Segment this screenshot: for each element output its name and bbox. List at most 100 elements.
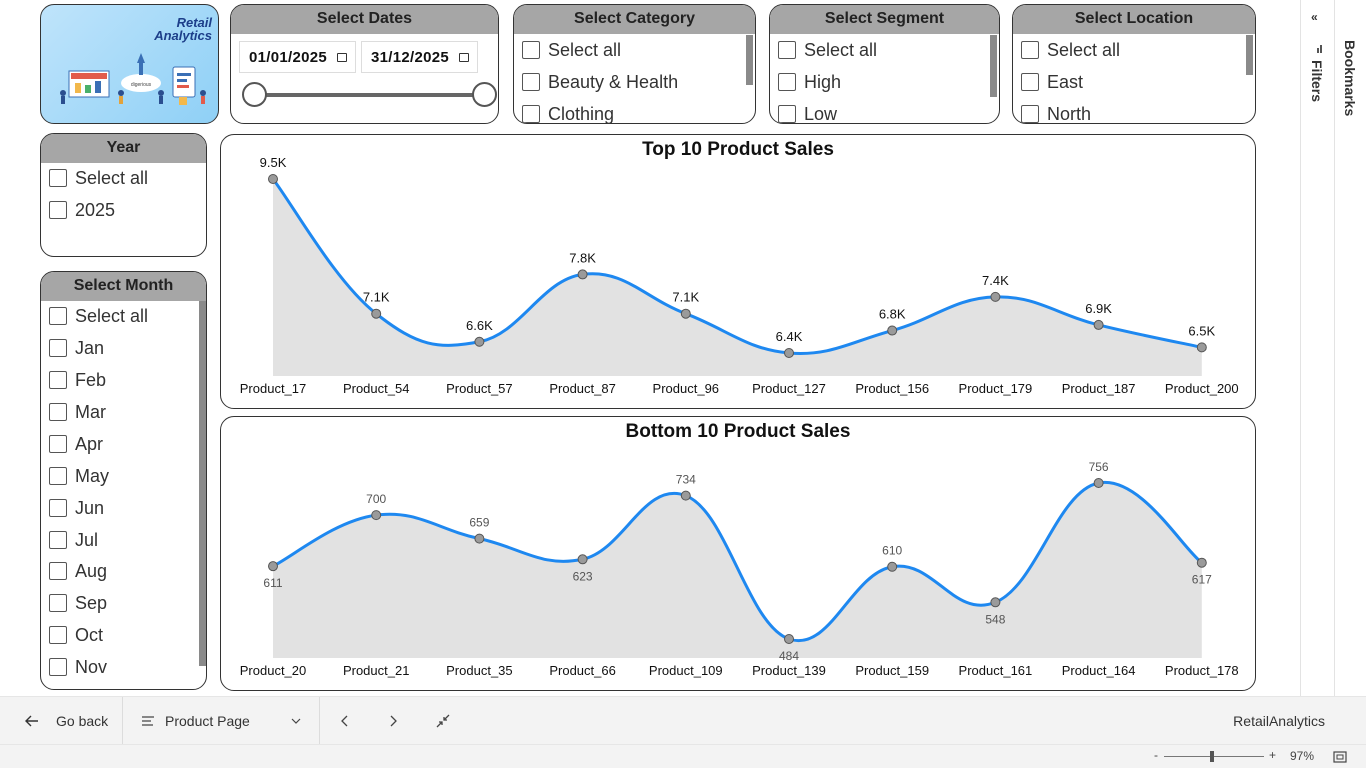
calendar-icon[interactable] [459,52,470,62]
date-slider-start-handle[interactable] [242,82,267,107]
data-point[interactable] [1093,478,1104,488]
data-label: 617 [1192,573,1212,587]
slicer-option-jul[interactable]: Jul [49,528,98,552]
data-point[interactable] [1196,342,1207,353]
slicer-option-nov[interactable]: Nov [49,655,107,679]
data-label: 6.8K [879,307,906,322]
data-point[interactable] [990,597,1001,608]
data-label: 611 [263,576,282,590]
zoom-out-button[interactable]: - [1154,748,1158,762]
data-point[interactable] [680,308,691,319]
option-label: Select all [1047,39,1121,60]
data-point[interactable] [577,554,588,565]
data-point[interactable] [268,561,278,572]
slicer-option-apr[interactable]: Apr [49,432,103,456]
checkbox[interactable] [1021,105,1039,123]
data-label: 7.4K [982,273,1009,288]
slicer-option-clothing[interactable]: Clothing [522,102,614,123]
data-point[interactable] [1093,319,1104,330]
slicer-option-jan[interactable]: Jan [49,336,104,360]
collapse-chevron-icon[interactable]: « [1311,10,1318,24]
checkbox[interactable] [1021,41,1039,59]
data-point[interactable] [784,634,794,644]
checkbox[interactable] [49,531,67,549]
slicer-option-feb[interactable]: Feb [49,368,106,392]
data-point[interactable] [990,291,1001,302]
checkbox[interactable] [778,105,796,123]
slicer-option-low[interactable]: Low [778,102,837,123]
slicer-option-select-all[interactable]: Select all [1021,38,1120,62]
checkbox[interactable] [778,73,796,91]
checkbox[interactable] [49,658,67,676]
checkbox[interactable] [49,626,67,644]
checkbox[interactable] [49,371,67,389]
month-scrollbar[interactable] [199,301,206,666]
checkbox[interactable] [49,403,67,421]
slicer-option-select-all[interactable]: Select all [522,38,621,62]
slicer-option-select-all[interactable]: Select all [778,38,877,62]
checkbox[interactable] [522,105,540,123]
data-point[interactable] [474,336,485,347]
date-slider-track[interactable] [255,93,484,97]
start-date-input[interactable]: 01/01/2025 [239,41,356,73]
checkbox[interactable] [49,307,67,325]
slicer-option-aug[interactable]: Aug [49,559,107,583]
slicer-option-beauty-health[interactable]: Beauty & Health [522,70,678,94]
location-scrollbar[interactable] [1246,35,1253,75]
data-point[interactable] [474,533,485,544]
data-point[interactable] [371,510,382,521]
slicer-option-select-all[interactable]: Select all [49,304,148,328]
bookmarks-pane-label[interactable]: Bookmarks [1342,40,1358,116]
x-tick-label: Product_179 [959,381,1033,396]
date-slider-end-handle[interactable] [472,82,497,107]
slicer-option-north[interactable]: North [1021,102,1091,123]
checkbox[interactable] [778,41,796,59]
zoom-slider-handle[interactable] [1210,751,1214,762]
checkbox[interactable] [49,339,67,357]
calendar-icon[interactable] [337,52,348,62]
data-point[interactable] [680,490,691,501]
slicer-option-oct[interactable]: Oct [49,623,103,647]
start-date-value: 01/01/2025 [249,48,328,66]
checkbox[interactable] [49,562,67,580]
exit-focus-button[interactable] [398,697,450,745]
zoom-slider-track[interactable] [1164,756,1264,757]
checkbox[interactable] [49,499,67,517]
previous-page-button[interactable] [320,697,350,745]
checkbox[interactable] [49,435,67,453]
segment-scrollbar[interactable] [990,35,997,97]
checkbox[interactable] [522,73,540,91]
data-point[interactable] [268,174,278,184]
data-point[interactable] [887,561,898,572]
slicer-option-east[interactable]: East [1021,70,1083,94]
x-tick-label: Product_87 [549,381,616,396]
fit-to-page-icon[interactable] [1333,751,1347,763]
data-point[interactable] [784,348,794,358]
go-back-button[interactable]: Go back [0,697,122,745]
checkbox[interactable] [49,169,67,187]
checkbox[interactable] [49,467,67,485]
data-point[interactable] [1196,557,1207,568]
slicer-option-2025[interactable]: 2025 [49,198,115,222]
page-selector-dropdown[interactable]: Product Page [123,697,319,745]
category-scrollbar[interactable] [746,35,753,85]
zoom-in-button[interactable]: + [1269,748,1276,762]
next-page-button[interactable] [350,697,398,745]
option-label: Jan [75,337,105,358]
checkbox[interactable] [1021,73,1039,91]
slicer-option-mar[interactable]: Mar [49,400,106,424]
checkbox[interactable] [522,41,540,59]
data-point[interactable] [371,308,382,319]
data-point[interactable] [577,269,588,280]
checkbox[interactable] [49,594,67,612]
slicer-option-sep[interactable]: Sep [49,591,107,615]
end-date-input[interactable]: 31/12/2025 [361,41,478,73]
checkbox[interactable] [49,201,67,219]
data-point[interactable] [887,325,898,336]
slicer-option-jun[interactable]: Jun [49,496,104,520]
x-tick-label: Product_200 [1165,381,1239,396]
slicer-option-may[interactable]: May [49,464,109,488]
slicer-option-high[interactable]: High [778,70,841,94]
filters-pane-label[interactable]: Filters [1309,60,1325,102]
slicer-option-select-all[interactable]: Select all [49,166,148,190]
